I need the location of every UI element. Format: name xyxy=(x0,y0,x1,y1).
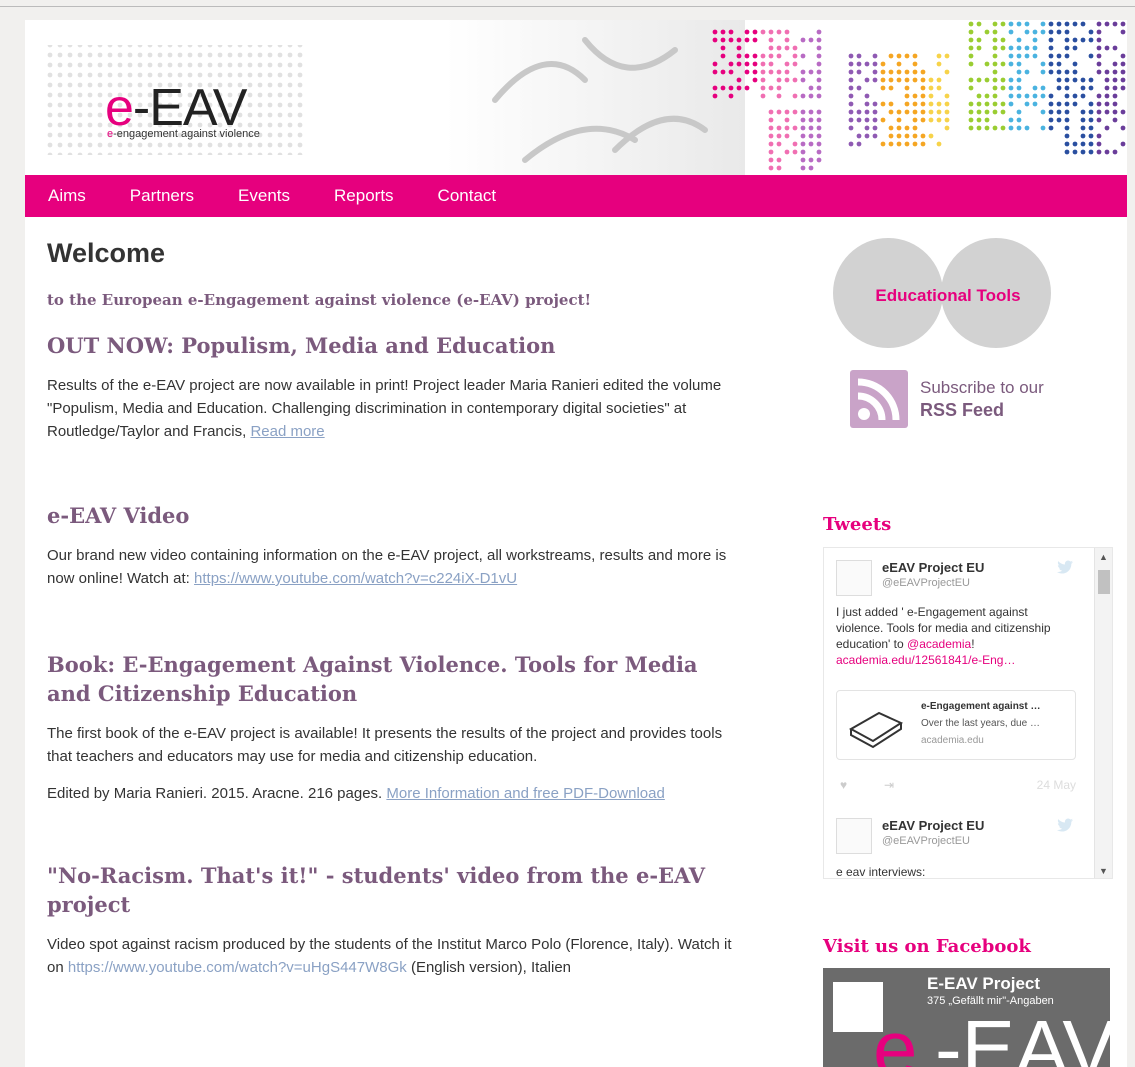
mention-link[interactable]: @academia xyxy=(907,637,971,651)
facebook-likes: 375 „Gefällt mir"-Angaben xyxy=(927,995,1054,1007)
nav-reports[interactable]: Reports xyxy=(334,186,394,206)
rss-subscribe[interactable]: Subscribe to our RSS Feed xyxy=(850,370,1100,430)
page-title: Welcome xyxy=(47,238,166,268)
twitter-timeline[interactable]: eEAV Project EU @eEAVProjectEU I just ad… xyxy=(823,547,1113,879)
facebook-title: Visit us on Facebook xyxy=(823,936,1031,957)
top-border xyxy=(0,6,1135,7)
article-text: Video spot against racism produced by th… xyxy=(47,936,732,976)
avatar[interactable] xyxy=(836,560,872,596)
educational-tools-button[interactable]: Educational Tools xyxy=(833,238,1053,356)
facebook-page-name[interactable]: E-EAV Project xyxy=(927,974,1040,994)
tweets-title: Tweets xyxy=(823,514,892,535)
main-content: Welcome to the European e-Engagement aga… xyxy=(47,238,747,979)
article-no-racism: "No-Racism. That's it!" - students' vide… xyxy=(47,861,747,979)
tweet: eEAV Project EU @eEAVProjectEU e eav int… xyxy=(836,818,1081,878)
article-book: Book: E-Engagement Against Violence. Too… xyxy=(47,650,747,805)
svg-text:-EAV: -EAV xyxy=(935,1004,1110,1067)
logo-tagline: e-engagement against violence xyxy=(107,128,260,140)
tweet-actions: ♥ ⇥ 24 May xyxy=(840,778,1076,794)
scroll-up-icon[interactable]: ▲ xyxy=(1099,552,1108,562)
twitter-bird-icon[interactable] xyxy=(1057,560,1073,574)
article-text: Edited by Maria Ranieri. 2015. Aracne. 2… xyxy=(47,785,665,802)
youtube-link[interactable]: https://www.youtube.com/watch?v=uHgS447W… xyxy=(68,959,407,976)
article-heading[interactable]: "No-Racism. That's it!" - students' vide… xyxy=(47,861,747,919)
twitter-bird-icon[interactable] xyxy=(1057,818,1073,832)
link-card[interactable]: e-Engagement against … Over the last yea… xyxy=(836,690,1076,760)
article-heading[interactable]: e-EAV Video xyxy=(47,501,747,530)
rss-icon xyxy=(850,370,908,428)
article-text: The first book of the e-EAV project is a… xyxy=(47,725,723,765)
scrollbar[interactable]: ▲ ▼ xyxy=(1094,548,1112,878)
tweet-text: I just added ' e-Engagement against viol… xyxy=(836,605,1051,667)
nav-partners[interactable]: Partners xyxy=(130,186,194,206)
article-text: Our brand new video containing informati… xyxy=(47,547,727,587)
tweet-url-link[interactable]: academia.edu/12561841/e-Eng… xyxy=(836,653,1015,667)
article-text: Results of the e-EAV project are now ava… xyxy=(47,377,722,440)
tweet-text: e eav interviews: xyxy=(836,865,926,879)
nav-events[interactable]: Events xyxy=(238,186,290,206)
article-heading[interactable]: Book: E-Engagement Against Violence. Too… xyxy=(47,650,747,708)
tweet-author-name[interactable]: eEAV Project EU xyxy=(882,818,984,833)
tweet-author-name[interactable]: eEAV Project EU xyxy=(882,560,984,575)
read-more-link[interactable]: Read more xyxy=(250,423,324,440)
rss-label-line2: RSS Feed xyxy=(920,400,1005,420)
main-nav: Aims Partners Events Reports Contact xyxy=(25,175,1127,217)
tweet-author-handle[interactable]: @eEAVProjectEU xyxy=(882,835,970,847)
share-icon[interactable]: ⇥ xyxy=(884,778,894,792)
article-heading[interactable]: OUT NOW: Populism, Media and Education xyxy=(47,331,747,360)
nav-contact[interactable]: Contact xyxy=(438,186,497,206)
card-description: Over the last years, due … xyxy=(921,718,1040,729)
page-container: e-EAV e-engagement against violence Aims… xyxy=(25,20,1127,1067)
scroll-down-icon[interactable]: ▼ xyxy=(1099,866,1108,876)
facebook-page-avatar[interactable] xyxy=(833,982,883,1032)
tweet-author-handle[interactable]: @eEAVProjectEU xyxy=(882,577,970,589)
card-url: academia.edu xyxy=(921,735,984,746)
card-title: e-Engagement against … xyxy=(921,701,1041,712)
article-populism: OUT NOW: Populism, Media and Education R… xyxy=(47,331,747,443)
nav-aims[interactable]: Aims xyxy=(48,186,86,206)
tweet: eEAV Project EU @eEAVProjectEU I just ad… xyxy=(836,560,1081,800)
rss-label-line1: Subscribe to our xyxy=(920,378,1044,397)
tweet-date[interactable]: 24 May xyxy=(1037,778,1076,792)
avatar[interactable] xyxy=(836,818,872,854)
book-icon xyxy=(848,711,904,749)
pdf-download-link[interactable]: More Information and free PDF-Download xyxy=(386,785,664,802)
heart-icon[interactable]: ♥ xyxy=(840,778,847,792)
intro-text: to the European e-Engagement against vio… xyxy=(47,291,592,309)
scrollbar-thumb[interactable] xyxy=(1098,570,1110,594)
educational-tools-label: Educational Tools xyxy=(875,286,1021,305)
header-banner: e-EAV e-engagement against violence xyxy=(25,20,1127,176)
facebook-widget[interactable]: e -EAV E-EAV Project 375 „Gefällt mir"-A… xyxy=(823,968,1110,1067)
youtube-link[interactable]: https://www.youtube.com/watch?v=c224iX-D… xyxy=(194,570,517,587)
article-video: e-EAV Video Our brand new video containi… xyxy=(47,501,747,590)
